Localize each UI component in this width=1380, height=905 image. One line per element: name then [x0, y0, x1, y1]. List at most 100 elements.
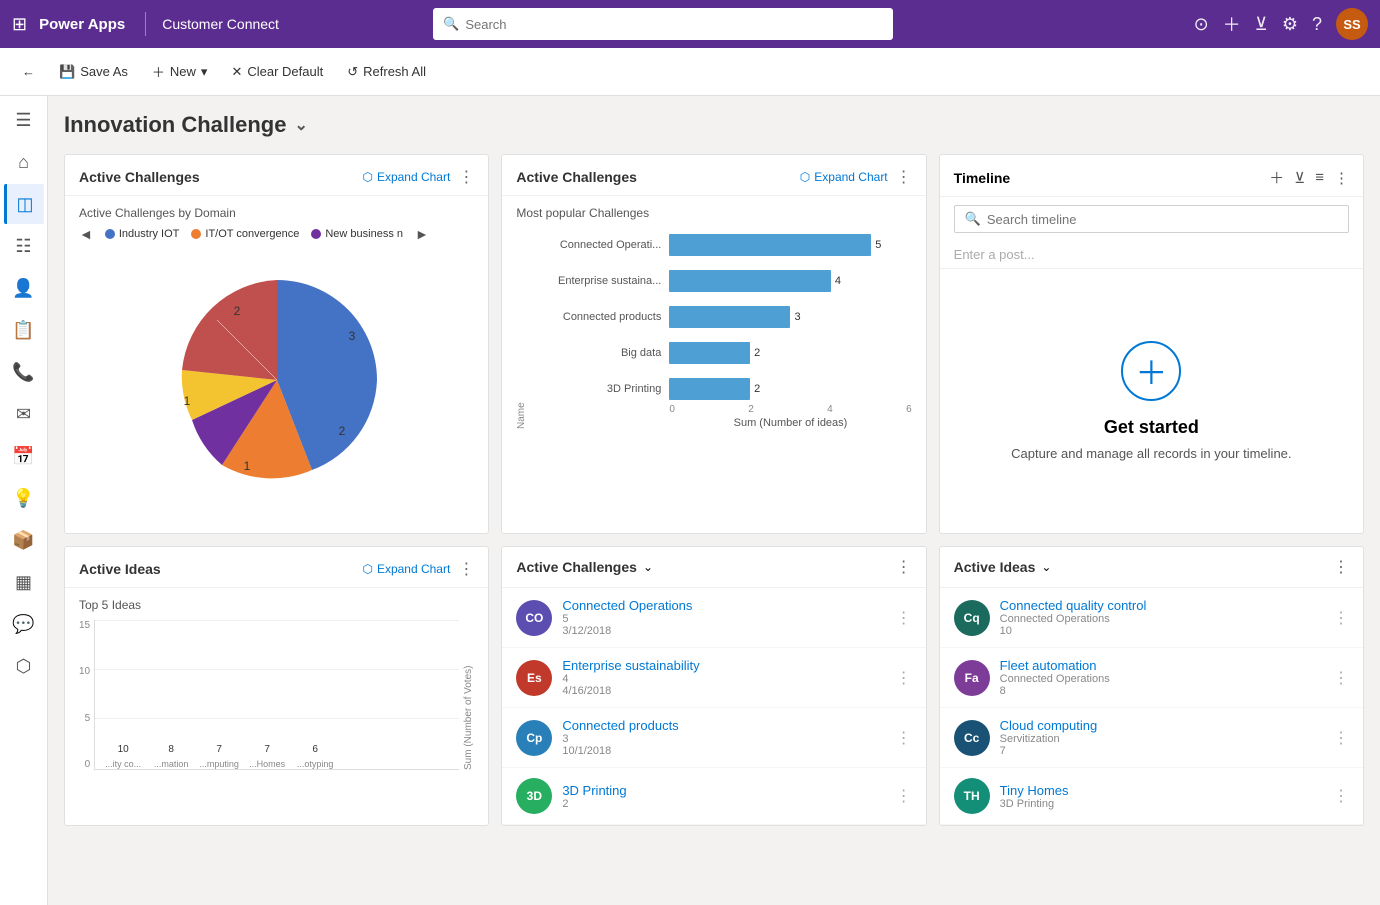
- legend-prev-icon[interactable]: ◄: [79, 226, 93, 242]
- sidebar-item-mail[interactable]: ✉: [4, 394, 44, 434]
- ideas-more-3[interactable]: ⋮: [1333, 728, 1349, 748]
- bar-row-3: Connected products 3: [531, 306, 911, 328]
- plus-icon: ＋: [152, 62, 165, 81]
- sidebar-item-calendar[interactable]: 📅: [4, 436, 44, 476]
- card3-expand-button[interactable]: ⬡ Expand Chart: [362, 562, 450, 576]
- ideas-name-2[interactable]: Fleet automation: [1000, 658, 1323, 673]
- bar-row-4: Big data 2: [531, 342, 911, 364]
- save-as-button[interactable]: 💾 Save As: [49, 58, 138, 86]
- x-axis-label: Sum (Number of ideas): [531, 417, 911, 429]
- list-name-4[interactable]: 3D Printing: [562, 783, 885, 798]
- card3-more-button[interactable]: ⋮: [458, 559, 474, 579]
- ideas-name-3[interactable]: Cloud computing: [1000, 718, 1323, 733]
- ideas-info-3: Cloud computing Servitization 7: [1000, 718, 1323, 757]
- sidebar-item-records[interactable]: ☷: [4, 226, 44, 266]
- back-button[interactable]: ←: [12, 58, 45, 85]
- list-sub-1: 5: [562, 613, 885, 625]
- vert-bar-4: 7 ...Homes: [247, 744, 287, 769]
- timeline-list-icon[interactable]: ≡: [1315, 169, 1324, 186]
- list-date-3: 10/1/2018: [562, 745, 885, 757]
- filter-icon[interactable]: ⊻: [1255, 14, 1268, 35]
- card3-title: Active Ideas: [79, 561, 161, 577]
- ideas-name-4[interactable]: Tiny Homes: [1000, 783, 1323, 798]
- pie-label-2: 2: [233, 304, 240, 318]
- list-item-1: CO Connected Operations 5 3/12/2018 ⋮: [502, 588, 925, 648]
- bar-value-2: 4: [835, 275, 841, 287]
- bar-track-2: 4: [669, 270, 911, 292]
- vert-bar-3: 7 ...mputing: [199, 744, 239, 769]
- grid-icon[interactable]: ⊞: [12, 14, 27, 35]
- sidebar-item-activities[interactable]: 📋: [4, 310, 44, 350]
- add-icon[interactable]: ＋: [1223, 11, 1241, 37]
- timeline-search-input[interactable]: [987, 212, 1338, 227]
- user-avatar[interactable]: SS: [1336, 8, 1368, 40]
- pie-chart-svg: 2 3 2 1 1: [157, 260, 397, 500]
- clear-default-button[interactable]: ✕ Clear Default: [221, 58, 333, 86]
- card1-more-button[interactable]: ⋮: [458, 167, 474, 187]
- active-challenges-pie-card: Active Challenges ⬡ Expand Chart ⋮ Activ…: [64, 154, 489, 534]
- app-name: Power Apps: [39, 16, 125, 33]
- timeline-plus-circle[interactable]: ＋: [1121, 341, 1181, 401]
- timeline-filter-icon[interactable]: ⊻: [1294, 169, 1305, 187]
- list-more-2[interactable]: ⋮: [896, 668, 912, 688]
- copilot-icon[interactable]: ⊙: [1194, 14, 1209, 35]
- sidebar-item-table[interactable]: ▦: [4, 562, 44, 602]
- settings-icon[interactable]: ⚙: [1282, 14, 1298, 35]
- active-challenges-bar-card: Active Challenges ⬡ Expand Chart ⋮ Most …: [501, 154, 926, 534]
- refresh-all-button[interactable]: ↺ Refresh All: [337, 58, 436, 86]
- ideas-name-1[interactable]: Connected quality control: [1000, 598, 1323, 613]
- ideas-more-2[interactable]: ⋮: [1333, 668, 1349, 688]
- sidebar-item-menu[interactable]: ☰: [4, 100, 44, 140]
- card4-more-button[interactable]: ⋮: [896, 557, 912, 577]
- active-ideas-list-card: Active Ideas ⌄ ⋮ Cq Connected quality co…: [939, 546, 1364, 826]
- card5-more-button[interactable]: ⋮: [1333, 557, 1349, 577]
- bar-fill-5: [669, 378, 750, 400]
- sidebar-item-dashboard[interactable]: ◫: [4, 184, 44, 224]
- title-chevron-icon[interactable]: ⌄: [294, 115, 307, 135]
- card2-more-button[interactable]: ⋮: [896, 167, 912, 187]
- x-icon: ✕: [231, 64, 242, 80]
- global-search-input[interactable]: [465, 17, 883, 32]
- sidebar-item-cube[interactable]: ⬡: [4, 646, 44, 686]
- card4-chevron-icon[interactable]: ⌄: [643, 560, 653, 574]
- global-search-bar[interactable]: 🔍: [433, 8, 893, 40]
- ideas-more-1[interactable]: ⋮: [1333, 608, 1349, 628]
- card1-expand-button[interactable]: ⬡ Expand Chart: [362, 170, 450, 184]
- sidebar-item-phone[interactable]: 📞: [4, 352, 44, 392]
- new-button[interactable]: ＋ New ▾: [142, 56, 218, 87]
- timeline-add-icon[interactable]: ＋: [1269, 167, 1284, 188]
- bar-label-1: Connected Operati...: [531, 239, 661, 251]
- ideas-list-item-2: Fa Fleet automation Connected Operations…: [940, 648, 1363, 708]
- list-name-2[interactable]: Enterprise sustainability: [562, 658, 885, 673]
- y-axis-name-label: Name: [516, 234, 527, 429]
- legend-item-1: Industry IOT: [105, 228, 180, 240]
- sidebar-item-packages[interactable]: 📦: [4, 520, 44, 560]
- action-toolbar: ← 💾 Save As ＋ New ▾ ✕ Clear Default ↺ Re…: [0, 48, 1380, 96]
- card5-chevron-icon[interactable]: ⌄: [1041, 560, 1051, 574]
- timeline-search-bar[interactable]: 🔍: [954, 205, 1349, 233]
- sidebar-item-contacts[interactable]: 👤: [4, 268, 44, 308]
- bar-track-4: 2: [669, 342, 911, 364]
- legend-dot-2: [191, 229, 201, 239]
- post-area[interactable]: Enter a post...: [940, 241, 1363, 269]
- list-name-1[interactable]: Connected Operations: [562, 598, 885, 613]
- list-name-3[interactable]: Connected products: [562, 718, 885, 733]
- help-icon[interactable]: ?: [1312, 14, 1322, 35]
- ideas-more-4[interactable]: ⋮: [1333, 786, 1349, 806]
- list-more-1[interactable]: ⋮: [896, 608, 912, 628]
- bar-value-3: 3: [794, 311, 800, 323]
- card2-actions: ⬡ Expand Chart ⋮: [800, 167, 912, 187]
- list-more-3[interactable]: ⋮: [896, 728, 912, 748]
- legend-next-icon[interactable]: ►: [415, 226, 429, 242]
- top-dashboard-row: Active Challenges ⬡ Expand Chart ⋮ Activ…: [64, 154, 1364, 534]
- card2-expand-button[interactable]: ⬡ Expand Chart: [800, 170, 888, 184]
- list-info-3: Connected products 3 10/1/2018: [562, 718, 885, 757]
- card3-subtitle: Top 5 Ideas: [79, 598, 474, 612]
- sidebar-item-ideas[interactable]: 💡: [4, 478, 44, 518]
- card1-body: Active Challenges by Domain ◄ Industry I…: [65, 196, 488, 524]
- page-title: Innovation Challenge: [64, 112, 286, 138]
- sidebar-item-home[interactable]: ⌂: [4, 142, 44, 182]
- list-more-4[interactable]: ⋮: [896, 786, 912, 806]
- sidebar-item-chat[interactable]: 💬: [4, 604, 44, 644]
- timeline-more-icon[interactable]: ⋮: [1334, 169, 1349, 187]
